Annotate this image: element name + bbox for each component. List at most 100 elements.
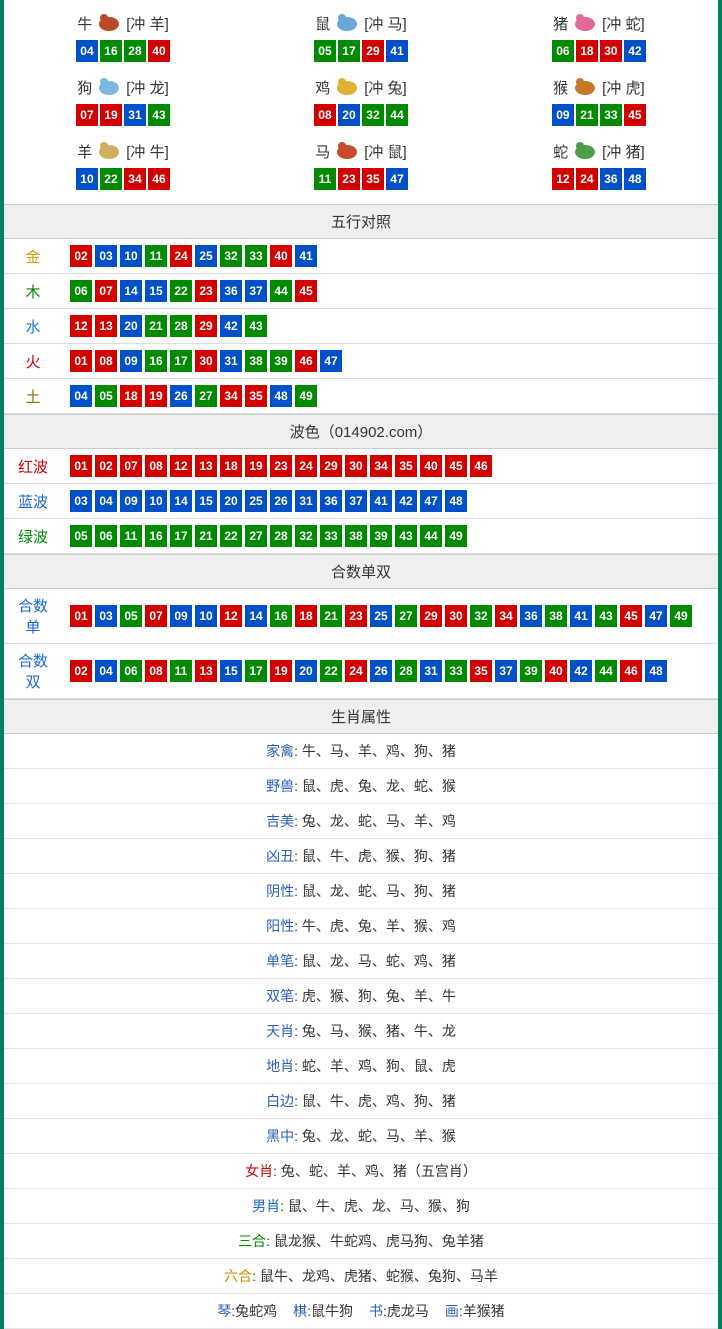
- number-badge: 30: [345, 455, 367, 477]
- number-badge: 11: [120, 525, 142, 547]
- zodiac-chong: [冲 羊]: [126, 13, 169, 34]
- number-badge: 05: [120, 605, 142, 627]
- number-badge: 28: [170, 315, 192, 337]
- number-badge: 36: [220, 280, 242, 302]
- number-badge: 20: [295, 660, 317, 682]
- zodiac-name: 猴: [553, 77, 568, 98]
- number-badge: 43: [595, 605, 617, 627]
- number-badge: 17: [245, 660, 267, 682]
- number-badge: 38: [245, 350, 267, 372]
- number-badge: 37: [245, 280, 267, 302]
- art-value: 虎龙马: [387, 1303, 429, 1319]
- attr-row: 阴性: 鼠、龙、蛇、马、狗、猪: [4, 874, 718, 909]
- number-badge: 18: [576, 40, 598, 62]
- art-label: 书: [369, 1303, 383, 1319]
- bose-table: 红波0102070812131819232429303435404546蓝波03…: [4, 449, 718, 554]
- number-badge: 18: [220, 455, 242, 477]
- number-badge: 34: [124, 168, 146, 190]
- number-badge: 43: [245, 315, 267, 337]
- number-badge: 34: [370, 455, 392, 477]
- zodiac-chong: [冲 马]: [364, 13, 407, 34]
- section-title-attrs: 生肖属性: [4, 699, 718, 734]
- row-numbers: 02031011242532334041: [62, 239, 718, 274]
- number-badge: 34: [220, 385, 242, 407]
- attr-label: 黑中: [266, 1128, 294, 1144]
- zodiac-animal-icon: [332, 10, 362, 36]
- number-badge: 49: [295, 385, 317, 407]
- zodiac-cell: 蛇[冲 猪]12243648: [480, 134, 718, 198]
- number-badge: 31: [420, 660, 442, 682]
- number-badge: 23: [345, 605, 367, 627]
- number-badge: 45: [620, 605, 642, 627]
- heshu-table: 合数单0103050709101214161821232527293032343…: [4, 589, 718, 699]
- number-badge: 06: [552, 40, 574, 62]
- zodiac-chong: [冲 龙]: [126, 77, 169, 98]
- number-badge: 27: [195, 385, 217, 407]
- number-badge: 38: [545, 605, 567, 627]
- zodiac-grid: 牛[冲 羊]04162840鼠[冲 马]05172941猪[冲 蛇]061830…: [4, 0, 718, 204]
- attr-label: 凶丑: [266, 848, 294, 864]
- number-badge: 44: [386, 104, 408, 126]
- number-badge: 09: [120, 350, 142, 372]
- attr-value: 鼠、虎、兔、龙、蛇、猴: [298, 778, 456, 794]
- attr-value: 鼠、牛、虎、鸡、狗、猪: [298, 1093, 456, 1109]
- number-badge: 20: [120, 315, 142, 337]
- number-badge: 07: [120, 455, 142, 477]
- number-badge: 11: [145, 245, 167, 267]
- number-badge: 23: [338, 168, 360, 190]
- number-badge: 28: [395, 660, 417, 682]
- number-badge: 16: [145, 525, 167, 547]
- number-badge: 42: [570, 660, 592, 682]
- zodiac-name: 猪: [553, 13, 568, 34]
- attr-row: 男肖: 鼠、牛、虎、龙、马、猴、狗: [4, 1189, 718, 1224]
- number-badge: 12: [552, 168, 574, 190]
- number-badge: 04: [76, 40, 98, 62]
- number-badge: 46: [295, 350, 317, 372]
- number-badge: 14: [245, 605, 267, 627]
- row-numbers: 0108091617303138394647: [62, 344, 718, 379]
- number-badge: 21: [145, 315, 167, 337]
- number-badge: 07: [76, 104, 98, 126]
- attr-value: 鼠、牛、虎、龙、马、猴、狗: [284, 1198, 470, 1214]
- number-badge: 25: [195, 245, 217, 267]
- number-badge: 13: [95, 315, 117, 337]
- number-badge: 35: [470, 660, 492, 682]
- attr-label: 阳性: [266, 918, 294, 934]
- number-badge: 43: [148, 104, 170, 126]
- attr-label: 三合: [238, 1233, 266, 1249]
- zodiac-chong: [冲 猪]: [602, 141, 645, 162]
- number-badge: 10: [76, 168, 98, 190]
- number-badge: 48: [624, 168, 646, 190]
- number-badge: 33: [600, 104, 622, 126]
- number-badge: 06: [70, 280, 92, 302]
- number-badge: 13: [195, 455, 217, 477]
- zodiac-cell: 羊[冲 牛]10223446: [4, 134, 242, 198]
- number-badge: 22: [100, 168, 122, 190]
- number-badge: 26: [370, 660, 392, 682]
- row-numbers: 1213202128294243: [62, 309, 718, 344]
- number-badge: 20: [220, 490, 242, 512]
- row-label: 红波: [4, 449, 62, 484]
- number-badge: 40: [545, 660, 567, 682]
- zodiac-animal-icon: [570, 10, 600, 36]
- number-badge: 24: [345, 660, 367, 682]
- attr-value: 鼠龙猴、牛蛇鸡、虎马狗、兔羊猪: [270, 1233, 484, 1249]
- number-badge: 08: [145, 455, 167, 477]
- number-badge: 05: [70, 525, 92, 547]
- zodiac-name: 蛇: [553, 141, 568, 162]
- number-badge: 46: [470, 455, 492, 477]
- number-badge: 41: [570, 605, 592, 627]
- number-badge: 26: [270, 490, 292, 512]
- attr-label: 阴性: [266, 883, 294, 899]
- number-badge: 16: [100, 40, 122, 62]
- attr-row: 黑中: 兔、龙、蛇、马、羊、猴: [4, 1119, 718, 1154]
- number-badge: 17: [338, 40, 360, 62]
- number-badge: 24: [576, 168, 598, 190]
- zodiac-cell: 牛[冲 羊]04162840: [4, 6, 242, 70]
- attr-row: 六合: 鼠牛、龙鸡、虎猪、蛇猴、兔狗、马羊: [4, 1259, 718, 1294]
- number-badge: 47: [386, 168, 408, 190]
- number-badge: 12: [170, 455, 192, 477]
- attr-value: 兔、龙、蛇、马、羊、鸡: [298, 813, 456, 829]
- number-badge: 41: [386, 40, 408, 62]
- attr-label: 野兽: [266, 778, 294, 794]
